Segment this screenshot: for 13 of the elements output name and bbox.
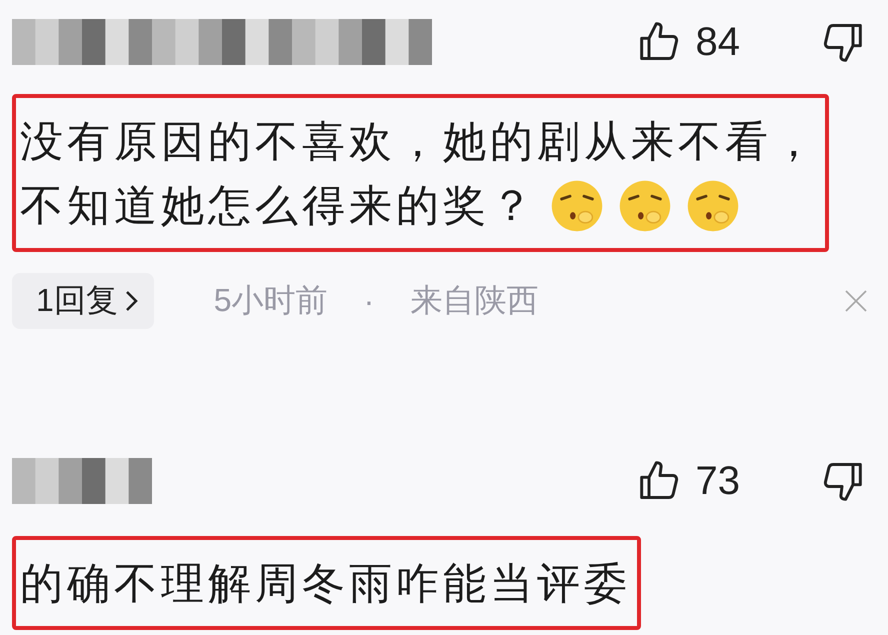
comment-location: 来自陕西 <box>410 281 538 320</box>
pensive-emoji-icon <box>685 178 741 234</box>
pensive-emoji-icon <box>617 178 673 234</box>
comment-text: 没有原因的不喜欢，她的剧从来不看， <box>20 117 819 168</box>
like-count: 84 <box>696 20 740 64</box>
comment-text: 的确不理解周冬雨咋能当评委 <box>20 559 631 610</box>
comment-text: 不知道她怎么得来的奖？ <box>20 181 537 232</box>
chevron-right-icon <box>124 289 140 313</box>
like-count: 73 <box>696 458 740 504</box>
replies-button[interactable]: 1回复 <box>12 273 154 329</box>
pensive-emoji-icon <box>549 178 605 234</box>
separator-dot: · <box>364 282 374 320</box>
comment-time: 5小时前 <box>214 281 328 320</box>
